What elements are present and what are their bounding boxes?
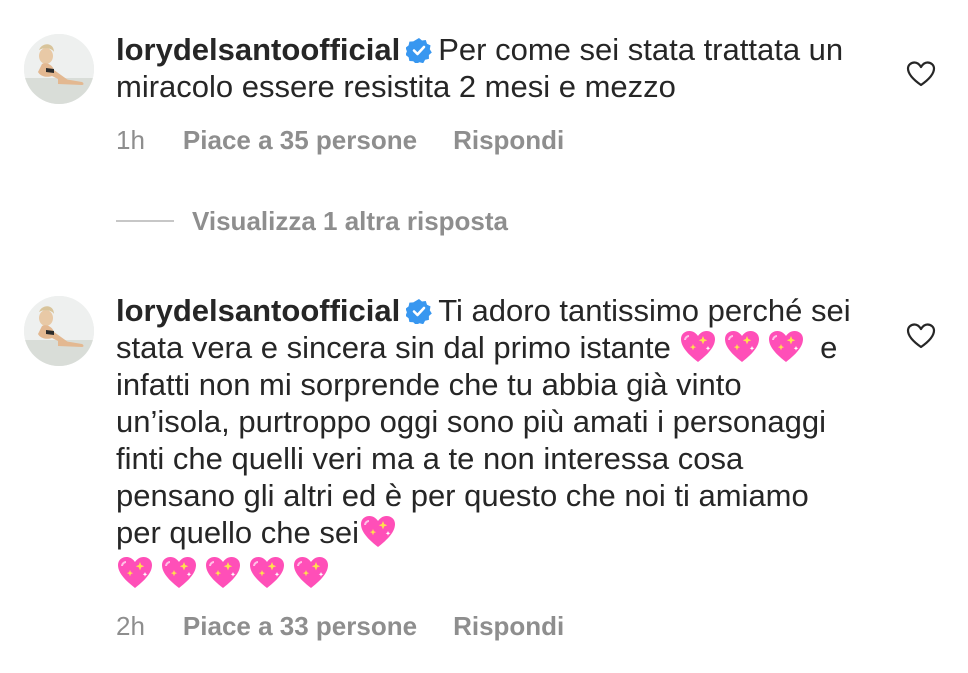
timestamp: 2h [116,611,145,641]
sparkling-heart-emoji [204,556,242,590]
likes-count[interactable]: Piace a 33 persone [183,611,417,641]
reply-button[interactable]: Rispondi [453,611,564,641]
sparkling-heart-emoji [160,556,198,590]
avatar[interactable] [24,34,94,104]
comment-body: lorydelsantoofficial Ti adoro tantissimo … [116,292,856,551]
sparkling-heart-emoji [116,556,154,590]
heart-outline-icon[interactable] [906,60,936,88]
username[interactable]: lorydelsantoofficial [116,293,400,328]
sparkling-heart-emoji [292,556,330,590]
view-replies-label: Visualizza 1 altra risposta [192,206,508,236]
divider-line [116,220,174,222]
emoji-row [116,556,336,590]
avatar[interactable] [24,296,94,366]
username[interactable]: lorydelsantoofficial [116,32,400,67]
verified-badge-icon [406,37,432,63]
sparkling-heart-emoji [723,330,761,364]
sparkling-heart-emoji [359,515,397,549]
comment-meta: 2h Piace a 33 persone Rispondi [116,611,600,642]
reply-button[interactable]: Rispondi [453,125,564,155]
sparkling-heart-emoji [679,330,717,364]
profile-photo [24,34,94,104]
sparkling-heart-emoji [248,556,286,590]
verified-badge-icon [406,298,432,324]
likes-count[interactable]: Piace a 35 persone [183,125,417,155]
comment-body: lorydelsantoofficial Per come sei stata t… [116,31,856,105]
sparkling-heart-emoji [767,330,805,364]
heart-outline-icon[interactable] [906,322,936,350]
profile-photo [24,296,94,366]
timestamp: 1h [116,125,145,155]
view-replies-button[interactable]: Visualizza 1 altra risposta [116,206,508,237]
comment-meta: 1h Piace a 35 persone Rispondi [116,125,600,156]
